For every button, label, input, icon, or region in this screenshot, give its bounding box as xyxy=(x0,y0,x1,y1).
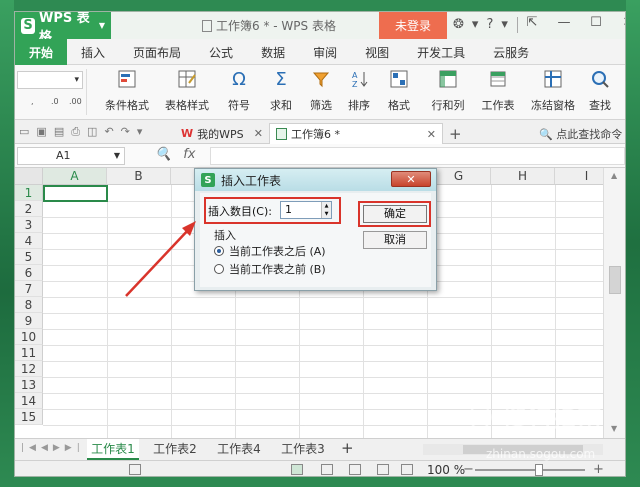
watermark-logo: Ⓢ 搜狗指南 xyxy=(468,404,603,432)
watermark-url: zhinan.sogou.com xyxy=(486,447,596,461)
arrow-line xyxy=(125,227,191,297)
